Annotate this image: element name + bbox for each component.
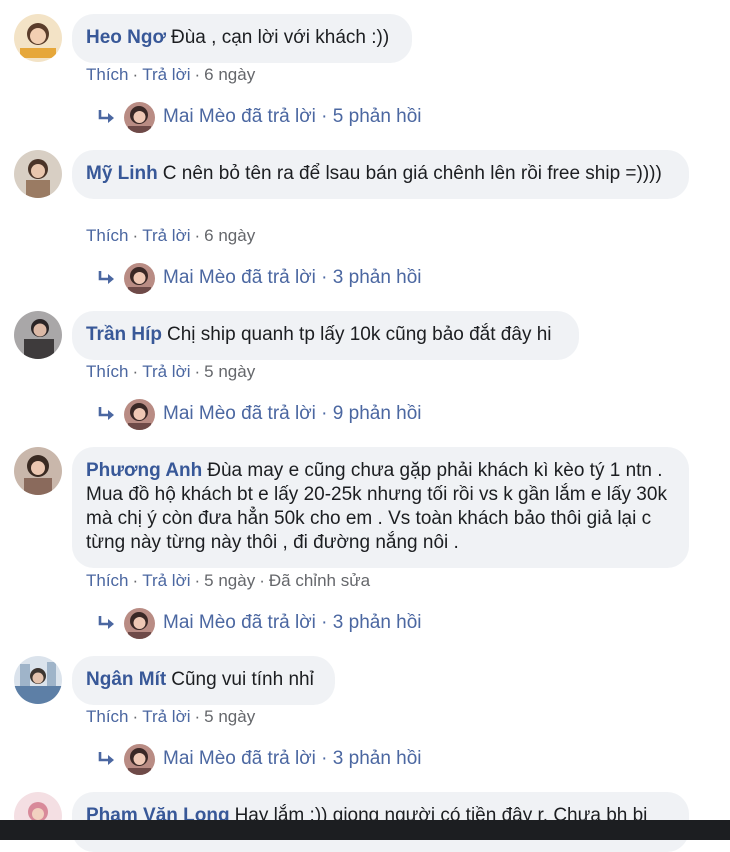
replier-avatar [124, 607, 155, 639]
comment-actions: Thích · Trả lời · 5 ngày [86, 362, 256, 381]
like-link[interactable]: Thích [86, 707, 129, 726]
replier-avatar [124, 262, 155, 294]
comment-time[interactable]: 5 ngày [204, 571, 255, 590]
comment-author[interactable]: Mỹ Linh [86, 163, 158, 184]
comment-author[interactable]: Phương Anh [86, 460, 202, 481]
replies-summary: Mai Mèo đã trả lời · 3 phản hồi [163, 612, 422, 633]
view-replies-link[interactable]: Mai Mèo đã trả lời · 3 phản hồi [96, 607, 422, 639]
comment-time[interactable]: 6 ngày [204, 226, 255, 245]
edited-label[interactable]: Đã chỉnh sửa [269, 571, 370, 590]
replier-avatar [124, 398, 155, 430]
like-link[interactable]: Thích [86, 362, 129, 381]
comment-actions: Thích · Trả lời · 6 ngày [86, 226, 256, 245]
commenter-avatar[interactable] [14, 311, 62, 359]
comment-author[interactable]: Heo Ngơ [86, 27, 166, 48]
comment-time[interactable]: 6 ngày [204, 65, 255, 84]
reply-arrow-icon [98, 407, 114, 420]
replier-avatar [124, 101, 155, 133]
comment-bubble: Trần Híp Chị ship quanh tp lấy 10k cũng b… [72, 311, 579, 360]
view-replies-link[interactable]: Mai Mèo đã trả lời · 5 phản hồi [96, 101, 422, 133]
bottom-bar [0, 820, 730, 840]
reply-arrow-icon [98, 110, 114, 123]
comment-actions: Thích · Trả lời · 5 ngày [86, 707, 256, 726]
commenter-avatar[interactable] [14, 150, 62, 198]
comment-text: Đùa , cạn lời với khách :)) [171, 27, 390, 48]
like-link[interactable]: Thích [86, 65, 129, 84]
replies-summary: Mai Mèo đã trả lời · 9 phản hồi [163, 403, 422, 424]
comment-bubble: Phương Anh Đùa may e cũng chưa gặp phải k… [72, 447, 689, 568]
commenter-avatar[interactable] [14, 656, 62, 704]
comment-bubble: Heo Ngơ Đùa , cạn lời với khách :)) [72, 14, 412, 63]
commenter-avatar[interactable] [14, 14, 62, 62]
reply-arrow-icon [98, 616, 114, 629]
comment-bubble: Ngân Mít Cũng vui tính nhỉ [72, 656, 335, 705]
comment-time[interactable]: 5 ngày [204, 362, 255, 381]
comment-author[interactable]: Trần Híp [86, 324, 162, 345]
reply-link[interactable]: Trả lời [142, 226, 190, 245]
comment-text: Chị ship quanh tp lấy 10k cũng bảo đắt đ… [167, 324, 552, 345]
comment-actions: Thích · Trả lời · 5 ngày · Đã chỉnh sửa [86, 571, 371, 590]
reply-link[interactable]: Trả lời [142, 65, 190, 84]
comment-author[interactable]: Ngân Mít [86, 669, 166, 690]
comment-time[interactable]: 5 ngày [204, 707, 255, 726]
reply-link[interactable]: Trả lời [142, 707, 190, 726]
reply-arrow-icon [98, 752, 114, 765]
like-link[interactable]: Thích [86, 571, 129, 590]
replies-summary: Mai Mèo đã trả lời · 5 phản hồi [163, 106, 422, 127]
like-link[interactable]: Thích [86, 226, 129, 245]
reply-link[interactable]: Trả lời [142, 362, 190, 381]
view-replies-link[interactable]: Mai Mèo đã trả lời · 3 phản hồi [96, 262, 422, 294]
view-replies-link[interactable]: Mai Mèo đã trả lời · 9 phản hồi [96, 398, 422, 430]
reply-link[interactable]: Trả lời [142, 571, 190, 590]
replies-summary: Mai Mèo đã trả lời · 3 phản hồi [163, 748, 422, 769]
comment-bubble: Mỹ Linh C nên bỏ tên ra để lsau bán giá c… [72, 150, 689, 199]
commenter-avatar[interactable] [14, 447, 62, 495]
comment-text: C nên bỏ tên ra để lsau bán giá chênh lê… [162, 163, 662, 184]
replier-avatar [124, 743, 155, 775]
comment-thread: Heo Ngơ Đùa , cạn lời với khách :)) Thích… [0, 0, 730, 852]
view-replies-link[interactable]: Mai Mèo đã trả lời · 3 phản hồi [96, 743, 422, 775]
replies-summary: Mai Mèo đã trả lời · 3 phản hồi [163, 267, 422, 288]
comment-actions: Thích · Trả lời · 6 ngày [86, 65, 256, 84]
comment-text: Cũng vui tính nhỉ [171, 669, 314, 690]
reply-arrow-icon [98, 271, 114, 284]
